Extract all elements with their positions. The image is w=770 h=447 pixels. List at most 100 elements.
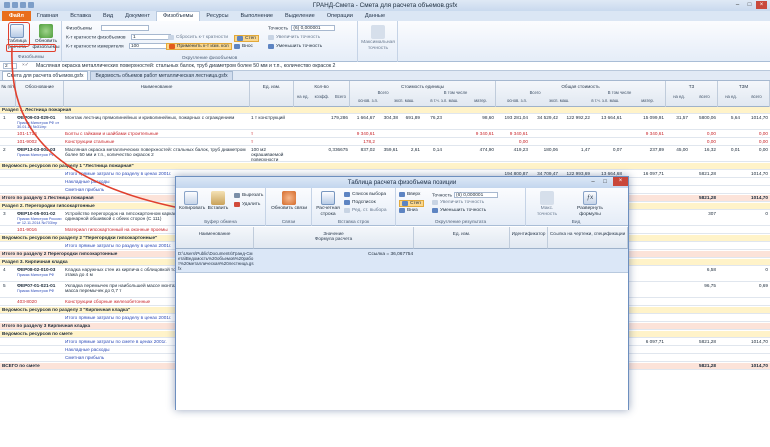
step-button[interactable]: Степ xyxy=(234,35,259,42)
ribbon-group-max: Максимальная точность xyxy=(358,21,398,62)
cut-button[interactable]: Вырезать xyxy=(234,193,263,198)
cell-code: 101-9016 xyxy=(17,227,37,232)
close-button[interactable]: × xyxy=(756,1,767,9)
table-row[interactable]: Раздел 1. Лестница пожарная xyxy=(0,107,770,114)
dialog-step-label: Степ xyxy=(410,201,421,206)
window-title: ГРАНД-Смета - Смета для расчета объемов.… xyxy=(312,2,458,9)
dialog-minimize-button[interactable]: – xyxy=(588,178,598,186)
vnos-button[interactable]: Внос xyxy=(234,44,253,49)
delete-button[interactable]: Удалить xyxy=(234,202,260,207)
cell-tcmat: 16 097,71 xyxy=(643,171,664,176)
cell-tzt: 0,00 xyxy=(706,131,716,136)
dialog-step-button[interactable]: Степ xyxy=(399,200,424,207)
minimize-button[interactable]: – xyxy=(732,1,743,9)
sublist-button[interactable]: Подсписок xyxy=(344,200,376,205)
col-uc-mzp: в т.ч. з.п. маш. xyxy=(430,98,459,103)
delete-icon xyxy=(234,202,240,207)
dialog-group-view: Макс. точность ƒx Развернуть формулы Вид xyxy=(526,188,626,226)
dialog-row-formula[interactable]: Ссылка = 36,067754 xyxy=(368,252,413,257)
menu-item-4[interactable]: Документ xyxy=(119,11,156,21)
formula-text[interactable]: Масляная окраска металлических поверхнос… xyxy=(36,63,335,69)
menu-item-5[interactable]: Физобъемы xyxy=(155,11,201,21)
cell-tzt: 307 xyxy=(708,211,716,216)
max-prec-button[interactable]: Максимальная точность xyxy=(360,25,396,51)
cell-ucm: 691,89 xyxy=(405,115,420,120)
paste-button[interactable]: Вставить xyxy=(206,191,230,212)
apply-icon xyxy=(169,44,175,49)
maximize-button[interactable]: □ xyxy=(744,1,755,9)
col-tc-base: основ. з.п. xyxy=(506,98,528,103)
cell-tzmt: 1014,70 xyxy=(751,115,768,120)
cell-qtot: 0,336675 xyxy=(328,147,348,152)
view-group-label: Вид xyxy=(571,220,581,225)
refresh-icon xyxy=(39,24,53,38)
vnos-label: Внос xyxy=(242,44,253,49)
rows-group-label: Вставка строк xyxy=(337,220,370,225)
cell-unit: 100 м2 окрашиваемой поверхности xyxy=(251,147,284,162)
round-group-label: Округление физобъемов xyxy=(181,56,238,61)
dialog-round-group-label: Округление результата xyxy=(434,220,487,225)
dialog-max-button[interactable]: Макс. точность xyxy=(530,191,564,217)
dialog-close-button[interactable]: × xyxy=(613,177,628,186)
reset-k-button[interactable]: Сбросить к-т кратности xyxy=(168,35,228,40)
cell-tcz: 0,07 xyxy=(612,147,622,152)
cell-tct: 419,23 xyxy=(513,147,528,152)
quick-access-toolbar[interactable] xyxy=(4,2,38,9)
expand-formulas-button[interactable]: ƒx Развернуть формулы xyxy=(570,191,610,217)
fiz-field[interactable] xyxy=(101,25,150,31)
dialog-maximize-button[interactable]: □ xyxy=(600,178,610,186)
dialog-title: Таблица расчета физобъема позиции xyxy=(347,179,457,186)
cell-code-ref: Приказ Минстроя РФ xyxy=(17,289,55,293)
refresh-links-icon xyxy=(282,191,296,205)
cell-ref[interactable]: 2 xyxy=(3,63,17,69)
cell-uct: 178,2 xyxy=(363,139,375,144)
menu-item-3[interactable]: Вид xyxy=(97,11,119,21)
cell-tzmt: 0,00 xyxy=(758,131,768,136)
dec-prec-button[interactable]: Уменьшить точность xyxy=(268,44,322,49)
prec-field[interactable]: (6) 0,000001 xyxy=(291,25,336,31)
menu-item-8[interactable]: Выделение xyxy=(279,11,321,21)
menu-item-7[interactable]: Выполнение xyxy=(234,11,279,21)
list-button[interactable]: Список выбора xyxy=(344,192,386,197)
cell-tcb: 34 529,42 xyxy=(537,115,558,120)
table-row[interactable]: Ведомость ресурсов по разделу 1 "Лестниц… xyxy=(0,163,770,170)
dialog-inc-button[interactable]: Увеличить точность xyxy=(432,200,484,205)
fx-icon: ƒx xyxy=(583,191,597,205)
cell-ucb: 359,61 xyxy=(383,147,398,152)
inc-prec-icon xyxy=(268,35,274,40)
menu-item-6[interactable]: Ресурсы xyxy=(200,11,234,21)
inc-prec-button[interactable]: Увеличить точность xyxy=(268,35,320,40)
dialog-prec-field[interactable]: (6) 0,000001 xyxy=(454,192,499,198)
tab-volumes[interactable]: Ведомость объемов работ металлическая ле… xyxy=(90,71,233,80)
cell-tcmat: 15 099,91 xyxy=(643,115,664,120)
k-units-field[interactable]: 100 xyxy=(128,43,169,49)
calc-row-button[interactable]: Расчетная строка xyxy=(314,191,342,217)
cell-tzmt: 1014,70 xyxy=(751,171,768,176)
cell-tct: 9 340,61 xyxy=(509,131,528,136)
copy-button[interactable]: Копировать xyxy=(179,191,205,212)
menu-item-9[interactable]: Операции xyxy=(321,11,359,21)
table-row[interactable]: 101-1714 Болты с гайками и шайбами строит… xyxy=(0,131,770,138)
dialog-row[interactable]: D:\Users\Public\Documents\Гранд-Смета\Ве… xyxy=(176,249,628,273)
cell-num: 3 xyxy=(3,211,6,216)
table-row[interactable]: 1 ФЕР09-03-029-01 Монтаж лестниц прямолине… xyxy=(0,115,770,130)
down-button[interactable]: Вниз xyxy=(399,208,418,213)
inc-prec-label: Увеличить точность xyxy=(276,35,321,40)
edit-list-button[interactable]: Ред. ст. выбора xyxy=(344,208,387,213)
menu-item-0[interactable]: Файл xyxy=(2,11,31,21)
dialog-inc-icon xyxy=(432,200,438,205)
menu-item-2[interactable]: Вставка xyxy=(64,11,97,21)
up-button[interactable]: Вверх xyxy=(399,192,420,197)
grid-header: № п/п Обоснование Наименование Ед. изм. … xyxy=(0,81,770,107)
dialog-dec-button[interactable]: Уменьшить точность xyxy=(432,208,486,213)
menu-item-10[interactable]: Данные xyxy=(359,11,391,21)
tab-estimate[interactable]: Смета для расчета объемов.gsfx xyxy=(2,71,89,80)
apply-k-button[interactable]: Применить к-т изм. кол xyxy=(166,43,232,50)
k-field[interactable]: 1 xyxy=(130,34,171,40)
k-units-row: К-т кратности измерителя 100 xyxy=(66,43,169,49)
refresh-links-button[interactable]: Обновить связи xyxy=(270,191,308,212)
table-row[interactable]: 2 ФЕР13-03-004-03 Масляная окраска металли… xyxy=(0,147,770,162)
table-row[interactable]: 101-9002 Конструкции стальные т 178,2 0,00 0,… xyxy=(0,139,770,146)
menu-item-1[interactable]: Главная xyxy=(31,11,64,21)
edit-list-icon xyxy=(344,208,350,213)
